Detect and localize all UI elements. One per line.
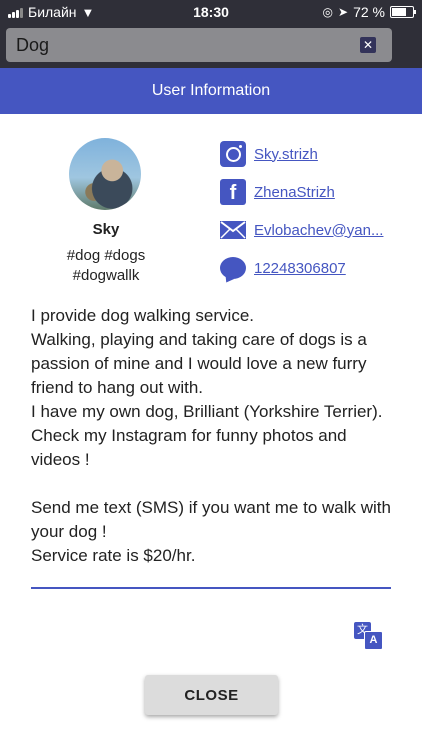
- battery-percent: 72 %: [353, 4, 385, 20]
- email-icon-wrap: [219, 217, 247, 243]
- sms-icon-wrap: [219, 255, 247, 281]
- avatar: [69, 138, 141, 210]
- profile-tags-text: #dog #dogs #dogwallk: [66, 247, 146, 284]
- status-bar: Билайн ▼ 18:30 ◎ ➤ 72 %: [0, 0, 422, 24]
- contact-email[interactable]: Evlobachev@yan...: [219, 216, 383, 244]
- battery-icon: [390, 6, 416, 18]
- search-value: Dog: [16, 35, 50, 55]
- contact-instagram[interactable]: Sky.strizh: [219, 140, 318, 168]
- instagram-icon: [220, 141, 246, 167]
- profile-name: Sky: [92, 221, 120, 238]
- close-button[interactable]: CLOSE: [145, 675, 278, 715]
- email-link[interactable]: Evlobachev@yan...: [254, 222, 383, 239]
- email-icon: [220, 221, 246, 239]
- dialog-title: User Information: [151, 82, 271, 99]
- description-text: I provide dog walking service. Walking, …: [31, 306, 391, 565]
- input-underline: [31, 587, 391, 589]
- search-bar: Dog ✕: [0, 24, 422, 68]
- facebook-link[interactable]: ZhenaStrizh: [254, 184, 335, 201]
- instagram-icon-wrap: [219, 141, 247, 167]
- phone-link[interactable]: 12248306807: [254, 260, 346, 277]
- contact-facebook[interactable]: f ZhenaStrizh: [219, 178, 335, 206]
- rotation-lock-icon: ◎: [322, 5, 334, 19]
- facebook-icon: f: [220, 179, 246, 205]
- facebook-icon-wrap: f: [219, 179, 247, 205]
- sms-icon: [220, 257, 246, 279]
- search-input[interactable]: Dog ✕: [6, 28, 392, 62]
- translate-target-glyph: A: [364, 631, 383, 650]
- profile-tags: #dog #dogs #dogwallk: [46, 246, 166, 286]
- location-icon: ➤: [338, 5, 349, 19]
- close-button-label: CLOSE: [184, 686, 239, 704]
- translate-icon[interactable]: 文 A: [354, 622, 383, 650]
- close-icon[interactable]: ✕: [360, 37, 376, 53]
- contact-phone[interactable]: 12248306807: [219, 254, 346, 282]
- battery-fill: [392, 8, 407, 16]
- instagram-link[interactable]: Sky.strizh: [254, 146, 318, 163]
- status-right: ◎ ➤ 72 %: [322, 4, 416, 20]
- dialog-header: User Information: [0, 68, 422, 114]
